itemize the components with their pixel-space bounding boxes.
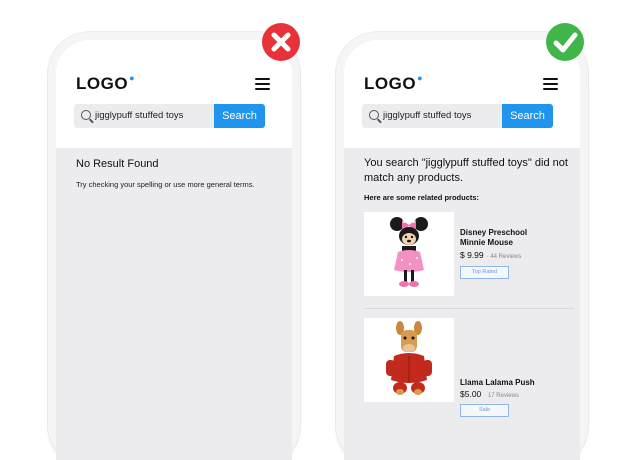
no-match-message: You search "jigglypuff stuffed toys" did… [364,157,568,184]
product-image-llama[interactable] [364,318,454,402]
product-badge: Top Rated [460,266,509,279]
x-icon [262,23,300,61]
results-area: You search "jigglypuff stuffed toys" did… [344,148,580,460]
search-bar: jigglypuff stuffed toys Search [74,104,265,128]
search-button[interactable]: Search [502,104,553,128]
product-price: $5.00 · 17 Reviews [460,389,519,399]
product-image-minnie[interactable] [364,212,454,296]
hamburger-icon[interactable] [255,78,270,90]
product-name[interactable]: Llama Lalama Push [460,378,550,388]
phone-bad-example: LOGO● jigglypuff stuffed toys Search No … [56,40,292,460]
app-header: LOGO● jigglypuff stuffed toys Search [344,40,580,148]
search-icon [369,110,379,120]
divider [364,308,574,309]
results-area: No Result Found Try checking your spelli… [56,148,292,460]
check-icon [546,23,584,61]
search-input[interactable]: jigglypuff stuffed toys [383,110,471,121]
search-bar: jigglypuff stuffed toys Search [362,104,553,128]
search-button[interactable]: Search [214,104,265,128]
phone-good-example: LOGO● jigglypuff stuffed toys Search You… [344,40,580,460]
no-result-title: No Result Found [76,158,159,170]
logo[interactable]: LOGO● [364,73,423,94]
related-heading: Here are some related products: [364,193,480,202]
app-header: LOGO● jigglypuff stuffed toys Search [56,40,292,148]
product-badge: Sale [460,404,509,417]
hamburger-icon[interactable] [543,78,558,90]
logo[interactable]: LOGO● [76,73,135,94]
search-input[interactable]: jigglypuff stuffed toys [95,110,183,121]
product-price: $ 9.99 · 44 Reviews [460,250,522,260]
search-icon [81,110,91,120]
product-name[interactable]: Disney Preschool Minnie Mouse [460,228,550,248]
no-result-subtitle: Try checking your spelling or use more g… [76,180,255,189]
